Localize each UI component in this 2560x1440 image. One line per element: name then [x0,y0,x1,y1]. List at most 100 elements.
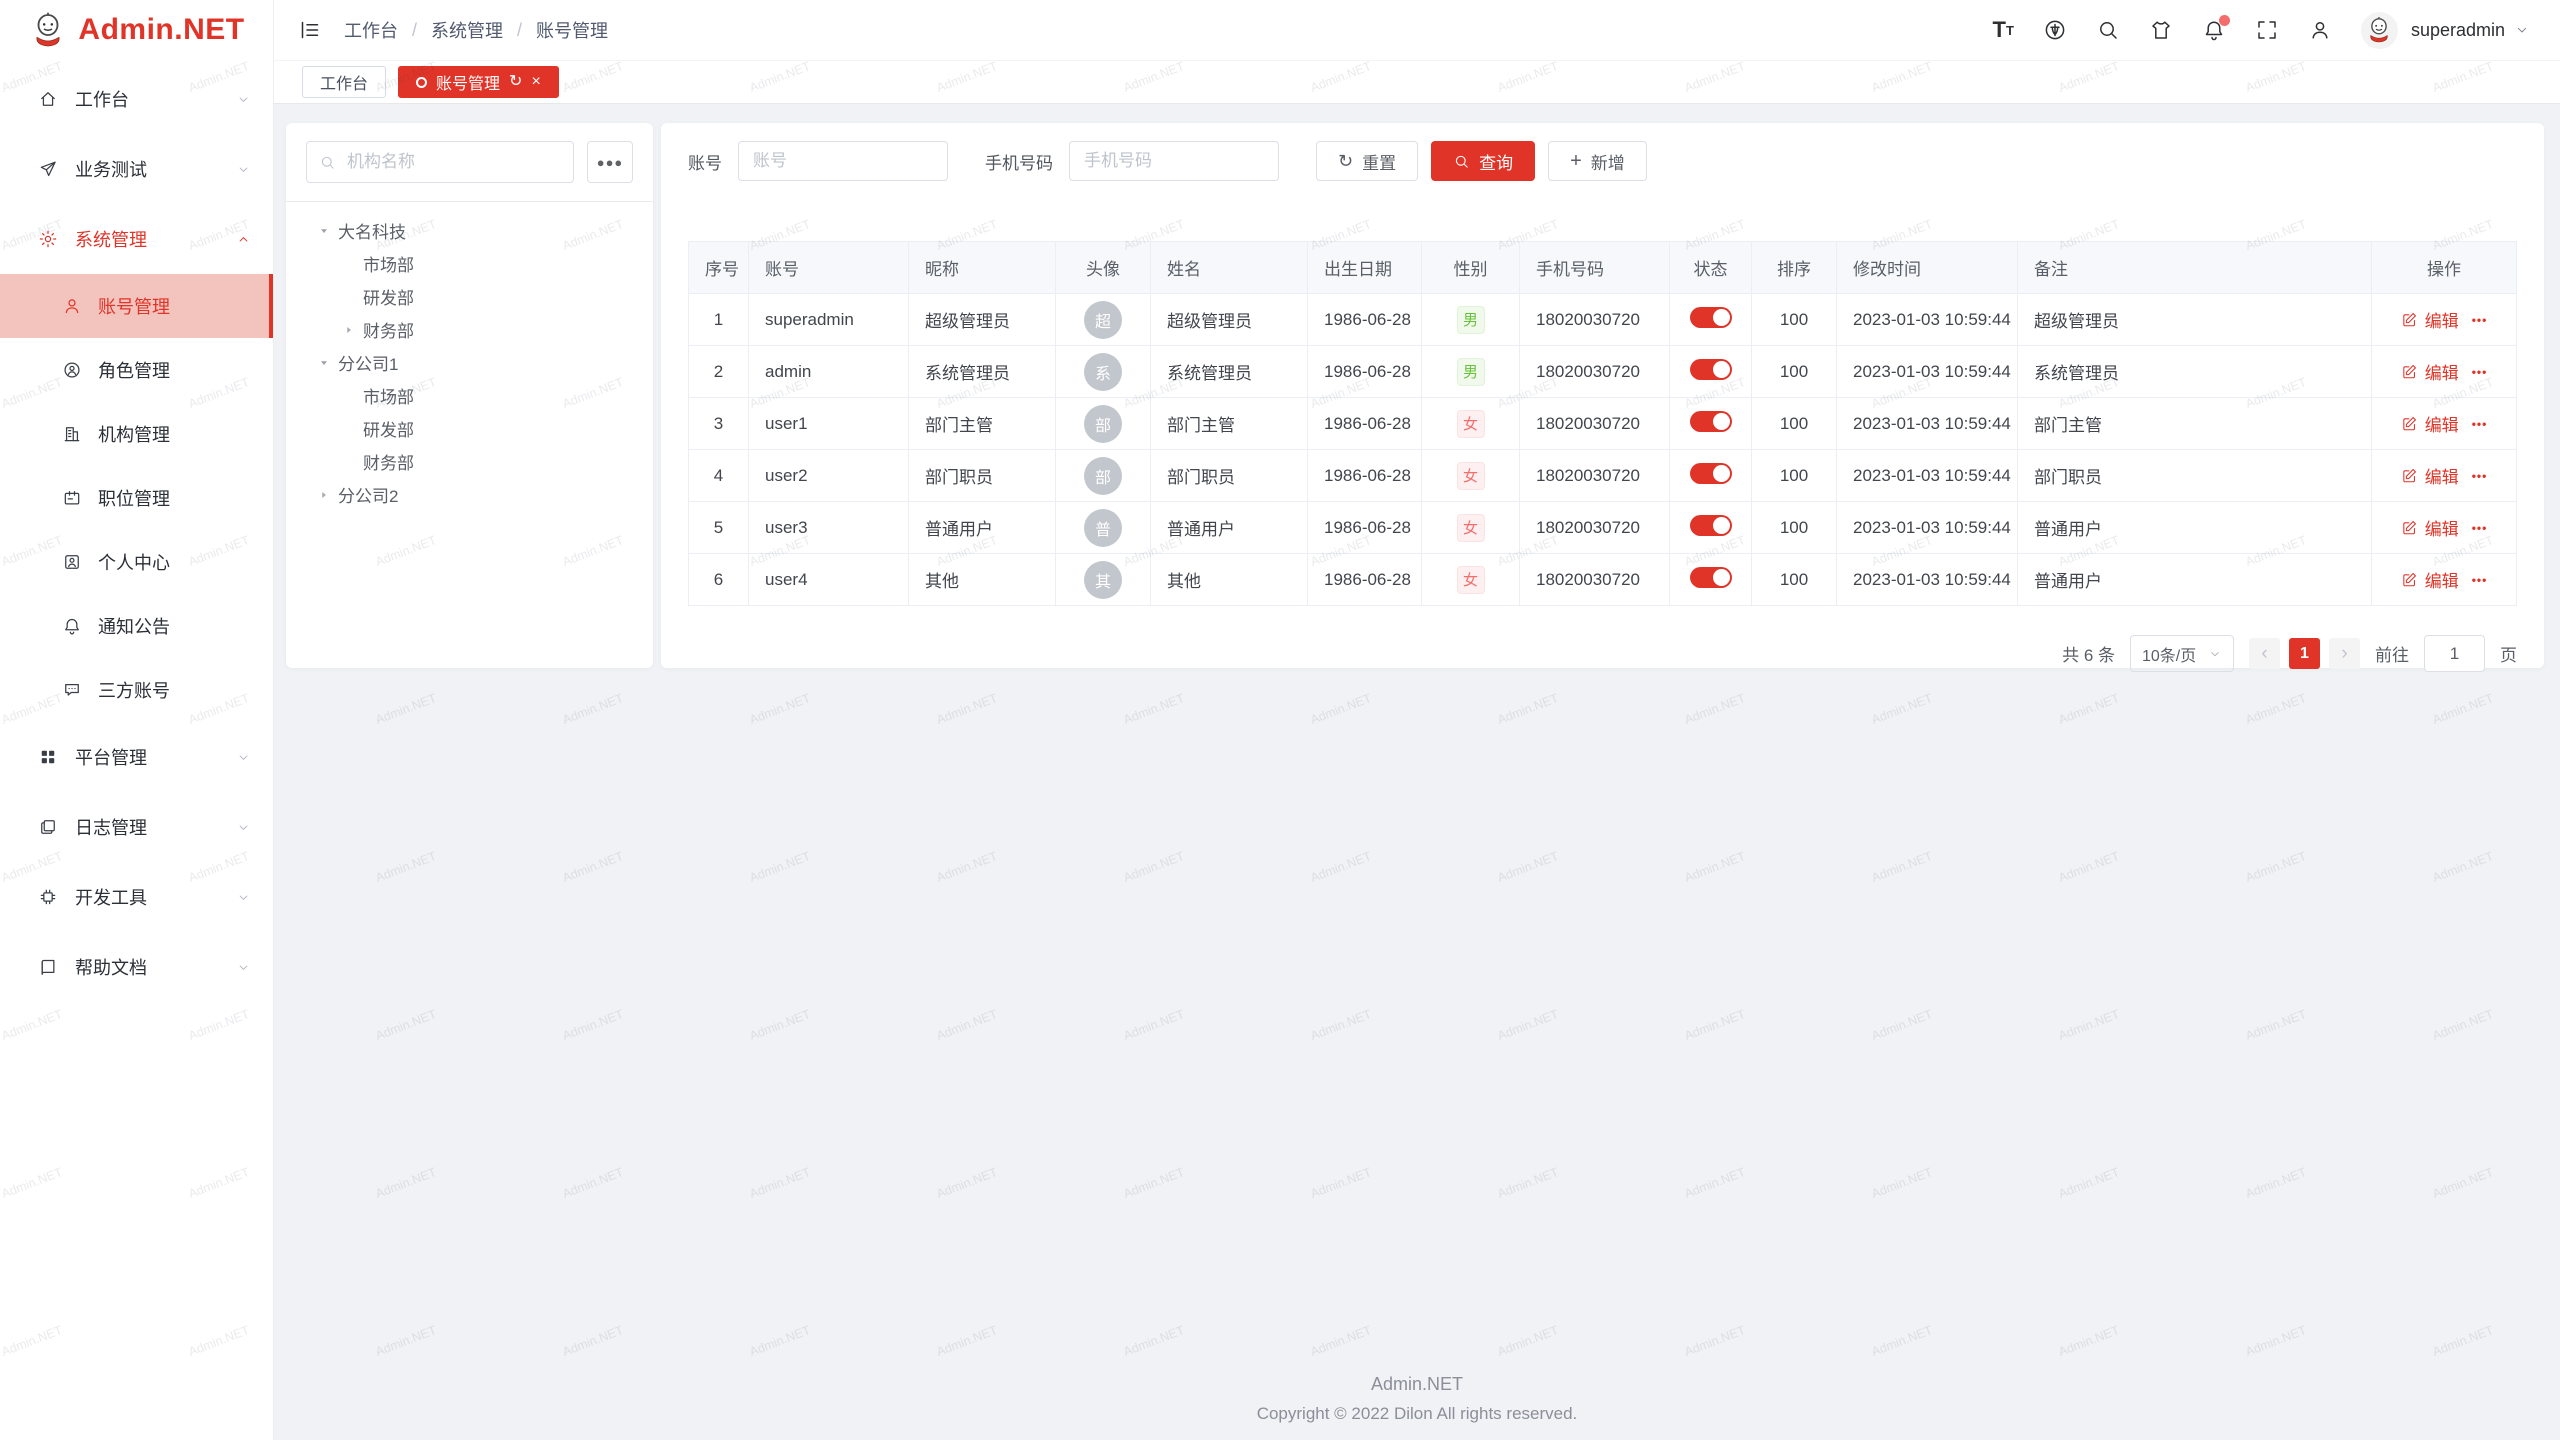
sidebar-item[interactable]: 工作台 [0,64,273,134]
plus-icon: + [1570,151,1582,171]
sidebar-subitem[interactable]: 机构管理 [0,402,273,466]
edit-button[interactable]: 编辑 [2401,567,2459,592]
edit-button[interactable]: 编辑 [2401,359,2459,384]
breadcrumb-item[interactable]: 工作台 [344,17,398,43]
caret-expanded-icon[interactable] [318,225,333,237]
status-toggle[interactable] [1690,515,1732,536]
reset-button[interactable]: ↻ 重置 [1316,141,1418,181]
org-search-input[interactable] [345,151,561,173]
tree-node[interactable]: 市场部 [306,379,633,412]
sidebar-item[interactable]: 平台管理 [0,722,273,792]
tree-node[interactable]: 财务部 [306,445,633,478]
cell-gender: 女 [1422,450,1520,502]
cell-account: user3 [749,502,909,554]
brand-logo[interactable]: Admin.NET [0,0,273,60]
edit-button-label: 编辑 [2425,359,2459,384]
app-root: Admin.NET 工作台业务测试系统管理账号管理角色管理机构管理职位管理个人中… [0,0,2560,1440]
edit-button-label: 编辑 [2425,411,2459,436]
tree-node[interactable]: 分公司2 [306,478,633,511]
edit-button[interactable]: 编辑 [2401,463,2459,488]
status-toggle[interactable] [1690,463,1732,484]
caret-collapsed-icon[interactable] [318,489,333,501]
bell-button[interactable] [2202,18,2226,42]
cell-nickname: 普通用户 [909,502,1056,554]
sidebar-subitem[interactable]: 职位管理 [0,466,273,530]
column-header: 昵称 [909,242,1056,294]
sidebar-subitem[interactable]: 三方账号 [0,658,273,722]
language-button[interactable] [2043,18,2067,42]
cell-nickname: 超级管理员 [909,294,1056,346]
more-actions-button[interactable]: ••• [2472,521,2488,535]
edit-button[interactable]: 编辑 [2401,411,2459,436]
more-actions-button[interactable]: ••• [2472,313,2488,327]
sidebar-item[interactable]: 日志管理 [0,792,273,862]
caret-collapsed-icon[interactable] [343,324,358,336]
avatar: 其 [1084,561,1122,599]
more-actions-button[interactable]: ••• [2472,365,2488,379]
page-size-select[interactable]: 10条/页 [2130,635,2234,672]
edit-icon [2401,571,2418,588]
fold-menu-icon[interactable] [298,18,322,42]
edit-icon [2401,311,2418,328]
add-button[interactable]: + 新增 [1548,141,1647,181]
sidebar-subitem[interactable]: 角色管理 [0,338,273,402]
user-button[interactable] [2308,18,2332,42]
tree-node-label: 大名科技 [338,218,406,243]
org-more-button[interactable]: ●●● [587,141,633,183]
reset-button-label: 重置 [1362,149,1396,174]
sidebar-item[interactable]: 开发工具 [0,862,273,932]
tree-node[interactable]: 大名科技 [306,214,633,247]
search-button[interactable]: 查询 [1431,141,1535,181]
prev-page-button[interactable]: ‹ [2249,638,2280,669]
search-icon [1453,151,1470,171]
sidebar-subitem[interactable]: 个人中心 [0,530,273,594]
edit-button[interactable]: 编辑 [2401,515,2459,540]
tab-active[interactable]: 账号管理↻× [398,66,559,98]
chevron-down-icon[interactable] [2514,22,2530,38]
more-actions-button[interactable]: ••• [2472,417,2488,431]
search-button[interactable] [2096,18,2120,42]
more-actions-button[interactable]: ••• [2472,469,2488,483]
more-actions-button[interactable]: ••• [2472,573,2488,587]
sidebar-subitem[interactable]: 通知公告 [0,594,273,658]
close-icon[interactable]: × [531,74,540,90]
user-avatar[interactable] [2361,12,2398,49]
edit-icon [2401,519,2418,536]
theme-button[interactable] [2149,18,2173,42]
status-toggle[interactable] [1690,567,1732,588]
account-filter-label: 账号 [688,149,722,174]
status-toggle[interactable] [1690,307,1732,328]
sidebar-subitem[interactable]: 账号管理 [0,274,273,338]
caret-expanded-icon[interactable] [318,357,333,369]
tree-node[interactable]: 市场部 [306,247,633,280]
font-size-icon[interactable]: TT [1993,19,2014,41]
current-page-button[interactable]: 1 [2289,638,2320,669]
tab[interactable]: 工作台 [302,66,386,98]
status-toggle[interactable] [1690,359,1732,380]
cell-nickname: 部门职员 [909,450,1056,502]
tree-node[interactable]: 研发部 [306,280,633,313]
goto-page-input[interactable] [2424,635,2485,672]
sidebar-item[interactable]: 系统管理 [0,204,273,274]
cell-sort: 100 [1752,502,1837,554]
refresh-icon[interactable]: ↻ [509,74,522,90]
tree-node[interactable]: 分公司1 [306,346,633,379]
breadcrumb-item[interactable]: 系统管理 [431,17,503,43]
tree-node[interactable]: 财务部 [306,313,633,346]
org-search-field[interactable] [306,141,574,183]
cell-name: 系统管理员 [1151,346,1308,398]
sidebar-item[interactable]: 帮助文档 [0,932,273,1002]
next-page-button[interactable]: › [2329,638,2360,669]
caret-collapsed-icon [343,324,355,336]
status-toggle[interactable] [1690,411,1732,432]
phone-filter-input[interactable] [1069,141,1279,181]
tree-node[interactable]: 研发部 [306,412,633,445]
fullscreen-button[interactable] [2255,18,2279,42]
cell-seq: 6 [689,554,749,606]
sidebar-item[interactable]: 业务测试 [0,134,273,204]
cell-remark: 普通用户 [2018,554,2372,606]
account-filter-input[interactable] [738,141,948,181]
edit-button[interactable]: 编辑 [2401,307,2459,332]
username[interactable]: superadmin [2411,20,2505,41]
breadcrumb-item[interactable]: 账号管理 [536,17,608,43]
